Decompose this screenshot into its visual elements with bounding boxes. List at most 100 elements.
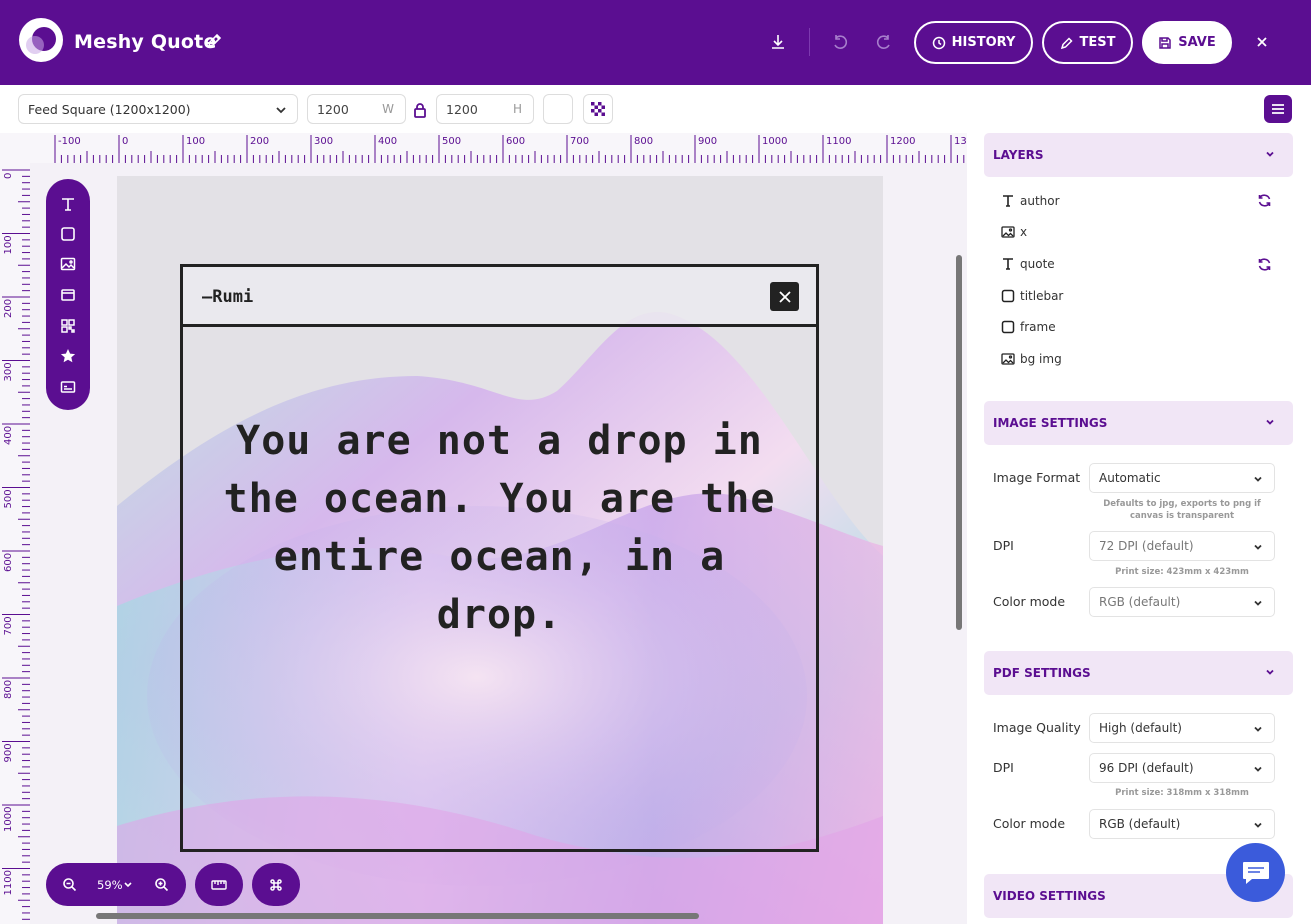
ruler-tick-label: 700: [3, 616, 14, 635]
text-tool-icon[interactable]: [60, 196, 76, 212]
ruler-tick-label: 400: [3, 426, 14, 445]
quote-text[interactable]: You are not a drop in the ocean. You are…: [223, 412, 776, 644]
pencil-icon[interactable]: [206, 33, 222, 49]
chevron-down-icon: [1266, 669, 1274, 675]
image-color-mode-select[interactable]: RGB (default): [1089, 587, 1275, 617]
checker-icon: [591, 102, 605, 116]
ruler-tick-label: 1200: [890, 136, 915, 147]
size-preset-select[interactable]: Feed Square (1200x1200): [18, 94, 298, 124]
ruler-tick-label: 200: [250, 136, 269, 147]
window-tool-icon[interactable]: [60, 287, 76, 303]
ruler-tick-label: 600: [506, 136, 525, 147]
undo-icon[interactable]: [831, 33, 849, 51]
pdf-dpi-select[interactable]: 96 DPI (default): [1089, 753, 1275, 783]
image-settings-title: IMAGE SETTINGS: [993, 416, 1108, 430]
text-icon: [1003, 195, 1013, 207]
ruler-tick-label: 300: [3, 362, 14, 381]
pencil-icon: [1060, 36, 1073, 49]
x-image[interactable]: [770, 282, 799, 311]
settings-panel: LAYERS author x quote titlebar frame bg …: [967, 133, 1311, 924]
image-format-select[interactable]: Automatic: [1089, 463, 1275, 493]
refresh-icon[interactable]: [1257, 193, 1272, 208]
ruler-toggle-button[interactable]: [195, 863, 243, 906]
height-value: 1200: [446, 101, 478, 117]
image-format-hint: Defaults to jpg, exports to png if canva…: [1103, 499, 1261, 521]
image-print-size-hint: Print size: 423mm x 423mm: [1115, 567, 1249, 577]
horizontal-scrollbar[interactable]: [96, 913, 699, 919]
layers-title: LAYERS: [993, 148, 1044, 162]
layer-item-quote[interactable]: quote: [1001, 254, 1055, 274]
image-settings-section-header[interactable]: IMAGE SETTINGS: [984, 401, 1293, 445]
chat-button[interactable]: [1226, 843, 1285, 902]
frame[interactable]: —Rumi You are not a drop in the ocean. Y…: [180, 264, 819, 852]
width-value: 1200: [317, 101, 349, 117]
redo-icon[interactable]: [875, 33, 893, 51]
lock-icon[interactable]: [413, 102, 427, 118]
image-icon: [1001, 353, 1015, 365]
image-dpi-value: 72 DPI (default): [1099, 539, 1194, 553]
caption-tool-icon[interactable]: [60, 379, 76, 395]
titlebar[interactable]: —Rumi: [183, 267, 816, 327]
pdf-quality-select[interactable]: High (default): [1089, 713, 1275, 743]
rectangle-tool-icon[interactable]: [60, 226, 76, 242]
app-title: Meshy Quote: [74, 31, 217, 53]
layer-item-x[interactable]: x: [1001, 222, 1027, 242]
pdf-settings-section-header[interactable]: PDF SETTINGS: [984, 651, 1293, 695]
author-text[interactable]: —Rumi: [202, 287, 253, 307]
history-button[interactable]: HISTORY: [914, 21, 1033, 64]
layer-item-bg-img[interactable]: bg img: [1001, 349, 1062, 369]
test-label: TEST: [1079, 35, 1116, 50]
pdf-quality-label: Image Quality: [993, 720, 1081, 735]
close-icon[interactable]: [1254, 34, 1270, 50]
pdf-color-mode-label: Color mode: [993, 816, 1066, 831]
command-icon: [270, 878, 282, 891]
app-header: Meshy Quote HISTORY TEST SAVE: [0, 0, 1311, 85]
download-icon[interactable]: [769, 33, 787, 51]
ruler-icon: [211, 879, 227, 890]
refresh-icon[interactable]: [1257, 257, 1272, 272]
test-button[interactable]: TEST: [1042, 21, 1133, 64]
layers-section-header[interactable]: LAYERS: [984, 133, 1293, 177]
video-settings-title: VIDEO SETTINGS: [993, 889, 1106, 903]
pdf-quality-value: High (default): [1099, 721, 1182, 735]
panel-menu-button[interactable]: [1264, 95, 1292, 123]
save-button[interactable]: SAVE: [1142, 21, 1232, 64]
image-dpi-select[interactable]: 72 DPI (default): [1089, 531, 1275, 561]
ruler-tick-label: 0: [3, 173, 14, 179]
layer-item-frame[interactable]: frame: [1001, 317, 1056, 337]
vertical-scrollbar[interactable]: [956, 255, 962, 630]
width-input[interactable]: 1200 W: [307, 94, 406, 124]
image-color-mode-value: RGB (default): [1099, 595, 1181, 609]
layer-label: author: [1020, 194, 1060, 208]
ruler-tick-label: 1000: [762, 136, 787, 147]
star-tool-icon[interactable]: [60, 348, 76, 364]
ruler-tick-label: -100: [58, 136, 81, 147]
chevron-down-icon: [1254, 476, 1262, 482]
height-input[interactable]: 1200 H: [436, 94, 534, 124]
ruler-tick-label: 700: [570, 136, 589, 147]
background-color-swatch[interactable]: [543, 94, 573, 124]
transparency-toggle[interactable]: [583, 94, 613, 124]
layer-item-titlebar[interactable]: titlebar: [1001, 286, 1063, 306]
zoom-level[interactable]: 59%: [97, 878, 123, 892]
size-preset-value: Feed Square (1200x1200): [28, 101, 191, 117]
layer-item-author[interactable]: author: [1001, 191, 1060, 211]
ruler-vertical: 0 100 200 300 400 500 600 700 800 900 1000 1100: [0, 163, 30, 924]
shortcuts-button[interactable]: [252, 863, 300, 906]
ruler-tick-label: 800: [3, 680, 14, 699]
image-tool-icon[interactable]: [60, 256, 76, 272]
pdf-color-mode-value: RGB (default): [1099, 817, 1181, 831]
pdf-color-mode-select[interactable]: RGB (default): [1089, 809, 1275, 839]
ruler-tick-label: 130: [954, 136, 967, 147]
ruler-tick-label: 1100: [3, 870, 14, 895]
workspace[interactable]: —Rumi You are not a drop in the ocean. Y…: [30, 163, 967, 924]
qr-code-tool-icon[interactable]: [60, 318, 76, 334]
height-suffix: H: [512, 102, 522, 116]
close-icon: [778, 290, 791, 303]
zoom-in-icon[interactable]: [154, 877, 169, 892]
design-canvas[interactable]: —Rumi You are not a drop in the ocean. Y…: [117, 176, 883, 924]
ruler-tick-label: 100: [186, 136, 205, 147]
ruler-horizontal: -100 0 100 200 300 400 500 600 700 800 900 1000 1100…: [0, 133, 967, 163]
zoom-out-icon[interactable]: [62, 877, 77, 892]
chevron-down-icon[interactable]: [124, 882, 132, 888]
